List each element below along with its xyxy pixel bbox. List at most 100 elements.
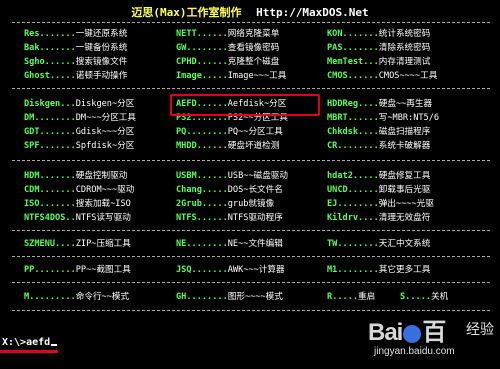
menu-key: CMOS...... [327,71,379,81]
menu-item[interactable]: NTFS4DOS..NTFS读写驱动 [24,212,174,225]
menu-key: DM........ [24,113,76,123]
menu-item[interactable]: CPHD......克隆整个磁盘 [176,56,324,69]
menu-label: 写~MBR:NT5/6 [378,113,440,123]
menu-label: NE~~文件编辑 [227,239,283,249]
menu-label: DOS~长文件名 [227,185,283,195]
menu-label: 一键还原系统 [75,29,128,39]
menu-item[interactable]: TW........天汇中文系统 [327,238,497,251]
menu-key: Chkdsk.... [327,127,379,137]
menu-item-reboot[interactable]: R.....重启 [327,291,397,304]
menu-item[interactable]: HDM.......硬盘控制驱动 [24,170,174,183]
menu-label: USB~~磁盘驱动 [227,171,288,181]
menu-label: DM~~~分区工具 [75,113,136,123]
separator [12,230,490,231]
menu-key: PQ........ [176,127,228,137]
command-prompt[interactable]: X:\>aefd [2,337,58,348]
menu-row: Res.......一键还原系统 NETT......网络克隆菜单 KON...… [0,28,500,41]
menu-item[interactable]: Bak.......一键备份系统 [24,42,174,55]
menu-item[interactable]: CMOS......CMOS~~~~工具 [327,70,497,83]
menu-item[interactable]: M1........其它更多工具 [327,264,497,277]
menu-item[interactable]: DM........DM~~~分区工具 [24,112,174,125]
jingyan-label: 经验 [466,321,494,337]
menu-key: EJ........ [327,199,379,209]
menu-item[interactable]: EJ........弹出~~~~光驱 [327,198,497,211]
menu-item[interactable]: Chang.....DOS~长文件名 [176,184,324,197]
menu-item[interactable]: PQ........PQ~~分区工具 [176,126,324,139]
menu-item[interactable]: USBM......USB~~磁盘驱动 [176,170,324,183]
menu-label: 命令行~~模式 [75,292,130,302]
separator [12,310,490,311]
menu-item[interactable]: Chkdsk....磁盘扫描程序 [327,126,497,139]
menu-item[interactable]: NETT......网络克隆菜单 [176,28,324,41]
menu-key: hdat2..... [327,171,379,181]
menu-item[interactable]: HDDReg....硬盘~~再生器 [327,98,497,111]
menu-item[interactable]: GH........图形~~~~模式 [176,291,324,304]
menu-item[interactable]: PAS.......清除系统密码 [327,42,497,55]
menu-label: 硬盘坏道检测 [227,141,280,151]
menu-item[interactable]: SZMENU....ZIP~压缩工具 [24,238,174,251]
menu-key: ISO....... [24,199,76,209]
menu-label: CMOS~~~~工具 [378,71,438,81]
menu-label: 搜索镜像文件 [75,57,128,67]
menu-item[interactable]: ISO.......搜索加载~ISO [24,198,174,211]
logo-text-cn: 百 [422,319,446,346]
prompt-text: X:\>aefd [2,337,51,348]
baidu-watermark: Bai 百 经验 jingyan.baidu.com [368,312,498,366]
menu-label: 一键备份系统 [75,43,128,53]
menu-label: Gdisk~~~分区 [75,127,135,137]
menu-item[interactable]: GW........查看镜像密码 [176,42,324,55]
menu-item[interactable]: Sgho......搜索镜像文件 [24,56,174,69]
menu-item[interactable]: GDT.......Gdisk~~~分区 [24,126,174,139]
menu-label: PQ~~分区工具 [227,127,283,137]
menu-key: M......... [24,292,76,302]
menu-label: 网络克隆菜单 [227,29,280,39]
menu-label: 诺顿手动操作 [75,71,128,81]
menu-item[interactable]: NE........NE~~文件编辑 [176,238,324,251]
menu-key: PAS....... [327,43,379,53]
menu-item[interactable]: MBRT......写~MBR:NT5/6 [327,112,497,125]
menu-key: Sgho...... [24,57,76,67]
menu-row: HDM.......硬盘控制驱动 USBM......USB~~磁盘驱动 hda… [0,170,500,183]
menu-item-shutdown[interactable]: S.....关机 [400,291,490,304]
menu-label: Spfdisk~分区 [75,141,135,151]
menu-item[interactable]: SPF.......Spfdisk~分区 [24,140,174,153]
menu-row: Ghost.....诺顿手动操作 Image.....Image~~~工具 CM… [0,70,500,83]
menu-key: UNCD...... [327,185,379,195]
watermark-url: jingyan.baidu.com [374,346,455,357]
menu-row: PP........PP~~截图工具 JSQ.......AWK~~~计算器 M… [0,264,500,277]
menu-label: 硬盘~~再生器 [378,99,433,109]
prompt-underline [0,350,58,353]
menu-item[interactable]: UNCD......卸载事后光驱 [327,184,497,197]
menu-key: Res....... [24,29,76,39]
menu-item[interactable]: MemTest...内存清理测试 [327,56,497,69]
menu-item[interactable]: CDM.......CDROM~~~驱动 [24,184,174,197]
menu-label: 重启 [358,292,376,302]
menu-item[interactable]: KON.......统计系统密码 [327,28,497,41]
menu-item[interactable]: Kildrv....清理无效盘符 [327,212,497,225]
menu-item[interactable]: Diskgen...Diskgen~分区 [24,98,174,111]
menu-row: SZMENU....ZIP~压缩工具 NE........NE~~文件编辑 TW… [0,238,500,251]
menu-item[interactable]: CR........系统卡破解器 [327,140,497,153]
menu-row: CDM.......CDROM~~~驱动 Chang.....DOS~长文件名 … [0,184,500,197]
menu-row: NTFS4DOS..NTFS读写驱动 NTFS......NTFS驱动程序 Ki… [0,212,500,225]
menu-item[interactable]: NTFS......NTFS驱动程序 [176,212,324,225]
menu-key: HDM....... [24,171,76,181]
menu-item[interactable]: hdat2.....硬盘修复工具 [327,170,497,183]
menu-item[interactable]: M.........命令行~~模式 [24,291,174,304]
menu-label: 统计系统密码 [378,29,431,39]
menu-item[interactable]: JSQ.......AWK~~~计算器 [176,264,324,277]
menu-label: PP~~截图工具 [75,265,131,275]
menu-label: NTFS读写驱动 [75,213,131,223]
menu-key: SZMENU.... [24,239,76,249]
menu-label: Image~~~工具 [227,71,287,81]
menu-label: AWK~~~计算器 [227,265,285,275]
menu-item[interactable]: 2Grub.....grub就镜像 [176,198,324,211]
menu-label: 弹出~~~~光驱 [378,199,434,209]
menu-item[interactable]: MHDD......硬盘坏道检测 [176,140,324,153]
menu-item[interactable]: PP........PP~~截图工具 [24,264,174,277]
menu-key: JSQ....... [176,265,228,275]
menu-row: SPF.......Spfdisk~分区 MHDD......硬盘坏道检测 CR… [0,140,500,153]
menu-item[interactable]: Res.......一键还原系统 [24,28,174,41]
menu-item[interactable]: Ghost.....诺顿手动操作 [24,70,174,83]
menu-item[interactable]: Image.....Image~~~工具 [176,70,324,83]
